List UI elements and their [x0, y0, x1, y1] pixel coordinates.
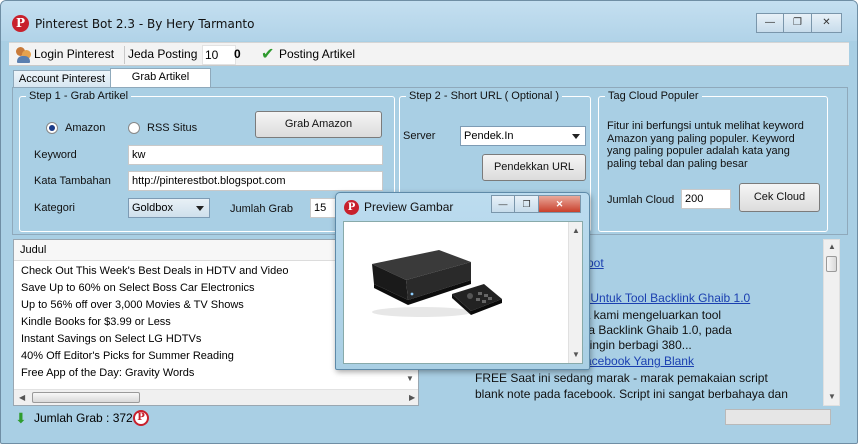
list-item[interactable]: Free App of the Day: Gravity Words [21, 365, 194, 382]
kata-tambahan-label: Kata Tambahan [34, 175, 111, 187]
kategori-value: Goldbox [132, 202, 173, 214]
article-text: blank note pada facebook. Script ini san… [475, 387, 788, 401]
pinterest-icon: P [12, 15, 29, 32]
list-item[interactable]: 40% Off Editor's Picks for Summer Readin… [21, 348, 234, 365]
list-item[interactable]: Kindle Books for $3.99 or Less [21, 314, 171, 331]
cek-cloud-button[interactable]: Cek Cloud [739, 183, 820, 212]
posting-artikel-button[interactable]: Posting Artikel [279, 43, 355, 67]
preview-image-area: ▲ ▼ [343, 221, 583, 364]
scroll-down-icon[interactable]: ▼ [572, 350, 580, 359]
list-item[interactable]: Instant Savings on Select LG HDTVs [21, 331, 201, 348]
posting-count: 0 [234, 47, 241, 61]
article-text: FREE Saat ini sedang marak - marak pemak… [475, 371, 768, 385]
scroll-down-icon[interactable]: ▼ [406, 374, 414, 383]
list-item[interactable]: Save Up to 60% on Select Boss Car Electr… [21, 280, 255, 297]
step1-title: Step 1 - Grab Artikel [26, 90, 132, 103]
tagcloud-description-line: Amazon yang paling populer. Keyword [607, 132, 795, 145]
users-icon[interactable] [15, 46, 33, 64]
server-label: Server [403, 130, 436, 142]
pendekkan-url-button[interactable]: Pendekkan URL [482, 154, 586, 181]
tagcloud-description: Fitur ini berfungsi untuk melihat keywor… [607, 120, 804, 170]
chevron-down-icon [196, 206, 204, 211]
close-button[interactable]: ✕ [812, 13, 842, 33]
jumlah-grab-status: Jumlah Grab : 372 [34, 411, 133, 425]
restore-button[interactable]: ❐ [515, 195, 539, 213]
grab-amazon-button[interactable]: Grab Amazon [255, 111, 382, 138]
progress-bar [725, 409, 831, 425]
tagcloud-title: Tag Cloud Populer [605, 90, 702, 103]
jumlah-cloud-label: Jumlah Cloud [607, 194, 675, 206]
preview-window-title: Preview Gambar [364, 200, 454, 214]
keyword-label: Keyword [34, 149, 77, 161]
preview-window-controls: — ❐ ✕ [491, 195, 581, 213]
tagcloud-description-line: Fitur ini berfungsi untuk melihat keywor… [607, 120, 804, 132]
scroll-right-icon[interactable]: ▶ [409, 393, 415, 402]
preview-vertical-scrollbar[interactable]: ▲ ▼ [568, 222, 582, 363]
kategori-label: Kategori [34, 202, 75, 214]
status-bar: ⬇ Jumlah Grab : 372 P [9, 407, 849, 431]
main-window: P Pinterest Bot 2.3 - By Hery Tarmanto —… [0, 0, 858, 444]
check-icon: ✔ [261, 46, 275, 63]
minimize-button[interactable]: — [491, 195, 515, 213]
radio-amazon[interactable] [46, 122, 58, 134]
tagcloud-groupbox: Tag Cloud Populer Fitur ini berfungsi un… [598, 90, 828, 232]
server-value: Pendek.In [464, 130, 514, 142]
preview-gambar-window[interactable]: P Preview Gambar — ❐ ✕ ▲ ▼ [335, 192, 590, 370]
minimize-button[interactable]: — [756, 13, 784, 33]
restore-button[interactable]: ❐ [784, 13, 812, 33]
kata-tambahan-input[interactable]: http://pinterestbot.blogspot.com [128, 171, 383, 191]
tagcloud-description-line: yang paling populer adalah kata yang [607, 145, 790, 157]
horizontal-scrollbar[interactable]: ◀ ▶ [14, 389, 418, 405]
scroll-left-icon[interactable]: ◀ [19, 393, 25, 402]
download-arrow-icon: ⬇ [15, 410, 27, 426]
jeda-posting-label: Jeda Posting [128, 47, 198, 61]
radio-amazon-label: Amazon [65, 122, 106, 134]
pinterest-icon: P [344, 200, 359, 215]
list-item[interactable]: Check Out This Week's Best Deals in HDTV… [21, 263, 288, 280]
window-controls: — ❐ ✕ [756, 13, 842, 33]
list-item[interactable]: Up to 56% off over 3,000 Movies & TV Sho… [21, 297, 244, 314]
tagcloud-description-line: paling tebal dan paling besar [607, 157, 748, 170]
window-title: Pinterest Bot 2.3 - By Hery Tarmanto [35, 17, 255, 31]
server-select[interactable]: Pendek.In [460, 126, 586, 146]
title-bar[interactable]: P Pinterest Bot 2.3 - By Hery Tarmanto —… [1, 1, 857, 41]
toolbar: Login Pinterest Jeda Posting 10 0 ✔ Post… [9, 42, 849, 66]
pinterest-icon: P [133, 410, 149, 426]
radio-rss-situs[interactable] [128, 122, 140, 134]
media-player-device-image [372, 250, 502, 317]
step2-title: Step 2 - Short URL ( Optional ) [406, 90, 562, 103]
browser-vertical-scrollbar[interactable]: ▲ ▼ [823, 239, 840, 406]
scrollbar-thumb[interactable] [32, 392, 140, 403]
scroll-up-icon[interactable]: ▲ [572, 226, 580, 235]
scroll-up-icon[interactable]: ▲ [828, 242, 836, 251]
chevron-down-icon [572, 134, 580, 139]
tab-grab-artikel[interactable]: Grab Artikel [110, 68, 211, 89]
close-button[interactable]: ✕ [539, 195, 581, 213]
jeda-posting-input[interactable]: 10 [202, 45, 236, 65]
kategori-select[interactable]: Goldbox [128, 198, 210, 218]
radio-rss-label: RSS Situs [147, 122, 198, 134]
scroll-down-icon[interactable]: ▼ [828, 392, 836, 401]
keyword-input[interactable]: kw [128, 145, 383, 165]
tab-account-pinterest[interactable]: Account Pinterest [13, 70, 111, 88]
jumlah-grab-label: Jumlah Grab [230, 203, 293, 215]
login-pinterest-button[interactable]: Login Pinterest [34, 43, 114, 67]
scrollbar-thumb[interactable] [826, 256, 837, 272]
toolbar-separator [124, 46, 125, 64]
jumlah-cloud-input[interactable]: 200 [681, 189, 731, 209]
